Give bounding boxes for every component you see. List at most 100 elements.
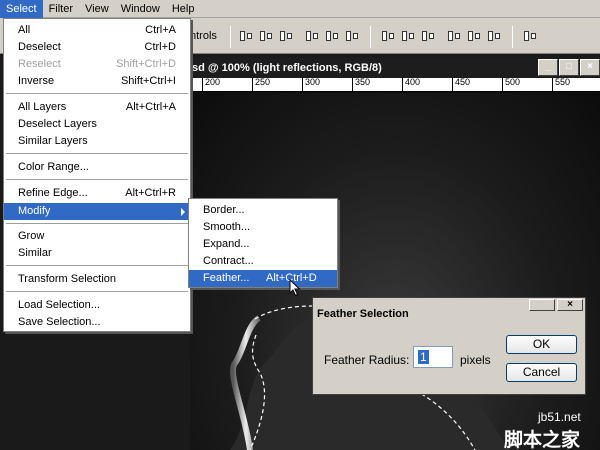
align-right-icon[interactable] (344, 29, 360, 43)
ruler-tick-label: 350 (352, 78, 370, 91)
menu-item-label: Inverse (18, 75, 55, 87)
feather-radius-label: Feather Radius: (324, 353, 410, 367)
dialog-title: Feather Selection (317, 308, 409, 320)
dialog-minimize-button[interactable] (529, 299, 555, 311)
distribute-top-icon[interactable] (380, 29, 396, 43)
menu-item-save-selection[interactable]: Save Selection... (4, 314, 190, 331)
menu-view[interactable]: View (79, 0, 115, 18)
menu-item-transform-selection[interactable]: Transform Selection (4, 271, 190, 288)
distribute-bottom-icon[interactable] (420, 29, 436, 43)
menu-item-label: Load Selection... (18, 299, 100, 311)
menu-select[interactable]: Select (0, 0, 43, 18)
ruler-tick-label: 550 (552, 78, 570, 91)
menu-item-similar-layers[interactable]: Similar Layers (4, 133, 190, 150)
distribute-vertical-center-icon[interactable] (400, 29, 416, 43)
distribute-right-icon[interactable] (486, 29, 502, 43)
menu-item-all-layers[interactable]: All Layers Alt+Ctrl+A (4, 99, 190, 116)
menu-item-label: Grow (18, 230, 45, 242)
watermark-brand: 脚本之家 (504, 430, 581, 450)
menu-separator (6, 223, 188, 224)
submenu-item-expand[interactable]: Expand... (189, 236, 337, 253)
menu-separator (6, 179, 188, 180)
cancel-button[interactable]: Cancel (506, 363, 577, 382)
menu-item-inverse[interactable]: Inverse Shift+Ctrl+I (4, 73, 190, 90)
menu-item-color-range[interactable]: Color Range... (4, 159, 190, 176)
submenu-arrow-icon (181, 208, 185, 216)
align-bottom-icon[interactable] (278, 29, 294, 43)
feather-unit-label: pixels (460, 353, 491, 367)
submenu-item-feather[interactable]: Feather... Alt+Ctrl+D (189, 270, 337, 287)
align-vertical-center-icon[interactable] (258, 29, 274, 43)
menu-window[interactable]: Window (115, 0, 166, 18)
menu-separator (6, 291, 188, 292)
submenu-item-smooth[interactable]: Smooth... (189, 219, 337, 236)
select-menu-dropdown: All Ctrl+A Deselect Ctrl+D Reselect Shift+C… (3, 18, 191, 332)
ruler-tick-label: 450 (452, 78, 470, 91)
menu-item-all[interactable]: All Ctrl+A (4, 22, 190, 39)
menu-item-label: Border... (203, 204, 245, 216)
distribute-left-icon[interactable] (446, 29, 462, 43)
window-buttons: _ □ × (538, 58, 600, 78)
ruler-tick-label: 200 (202, 78, 220, 91)
maximize-button[interactable]: □ (559, 59, 579, 76)
options-separator (512, 26, 513, 48)
menu-item-modify[interactable]: Modify (4, 203, 190, 220)
menu-item-label: Save Selection... (18, 316, 101, 328)
menu-item-label: Refine Edge... (18, 187, 88, 199)
menu-item-label: Smooth... (203, 221, 251, 233)
menu-item-reselect: Reselect Shift+Ctrl+D (4, 56, 190, 73)
ruler-tick-label: 500 (502, 78, 520, 91)
dialog-title-bar[interactable]: Feather Selection × (313, 298, 585, 326)
menu-item-label: Modify (18, 205, 51, 217)
menu-item-label: Similar Layers (18, 135, 88, 147)
align-top-icon[interactable] (238, 29, 254, 43)
ruler-tick-label: 400 (402, 78, 420, 91)
dialog-close-button[interactable]: × (557, 299, 583, 311)
watermark-url: jb51.net (538, 410, 581, 424)
menu-item-shortcut: Shift+Ctrl+I (120, 75, 176, 87)
menu-item-label: Deselect (18, 41, 61, 53)
menu-item-grow[interactable]: Grow (4, 228, 190, 245)
menu-filter[interactable]: Filter (43, 0, 79, 18)
menu-item-label: Feather... (203, 272, 250, 284)
minimize-button[interactable]: _ (538, 59, 558, 76)
menu-separator (6, 265, 188, 266)
feather-selection-dialog: Feather Selection × Feather Radius: 1 pi… (312, 297, 586, 395)
document-title: sd @ 100% (light reflections, RGB/8) (192, 62, 382, 74)
submenu-item-border[interactable]: Border... (189, 202, 337, 219)
menu-item-shortcut: Ctrl+D (144, 41, 176, 53)
ok-button[interactable]: OK (506, 335, 577, 354)
menu-help[interactable]: Help (166, 0, 201, 18)
submenu-item-contract[interactable]: Contract... (189, 253, 337, 270)
menu-item-similar[interactable]: Similar (4, 245, 190, 262)
align-horizontal-center-icon[interactable] (324, 29, 340, 43)
menu-item-shortcut: Ctrl+A (145, 24, 176, 36)
menu-item-refine-edge[interactable]: Refine Edge... Alt+Ctrl+R (4, 185, 190, 202)
align-left-icon[interactable] (304, 29, 320, 43)
menu-item-label: Expand... (203, 238, 250, 250)
close-button[interactable]: × (580, 59, 600, 76)
auto-align-layers-icon[interactable] (522, 29, 538, 43)
menu-item-load-selection[interactable]: Load Selection... (4, 297, 190, 314)
show-transform-controls-label: ntrols (190, 30, 217, 42)
menu-item-shortcut: Alt+Ctrl+A (125, 101, 176, 113)
menu-separator (6, 153, 188, 154)
menu-item-label: Transform Selection (18, 273, 117, 285)
ruler-tick-label: 300 (302, 78, 320, 91)
feather-radius-value: 1 (418, 350, 429, 364)
menu-item-label: Color Range... (18, 161, 89, 173)
menu-item-deselect[interactable]: Deselect Ctrl+D (4, 39, 190, 56)
menu-item-label: Deselect Layers (18, 118, 97, 130)
menu-item-shortcut: Alt+Ctrl+R (125, 187, 176, 199)
document-title-bar[interactable]: sd @ 100% (light reflections, RGB/8) _ □… (190, 58, 600, 78)
menu-item-label: Contract... (203, 255, 254, 267)
menu-item-label: Similar (18, 247, 52, 259)
menu-item-deselect-layers[interactable]: Deselect Layers (4, 116, 190, 133)
options-separator (230, 26, 231, 48)
menu-separator (6, 93, 188, 94)
ruler-tick-label: 250 (252, 78, 270, 91)
feather-radius-input[interactable]: 1 (413, 346, 453, 368)
options-separator (370, 26, 371, 48)
distribute-horizontal-center-icon[interactable] (466, 29, 482, 43)
menu-item-shortcut: Shift+Ctrl+D (116, 58, 176, 70)
